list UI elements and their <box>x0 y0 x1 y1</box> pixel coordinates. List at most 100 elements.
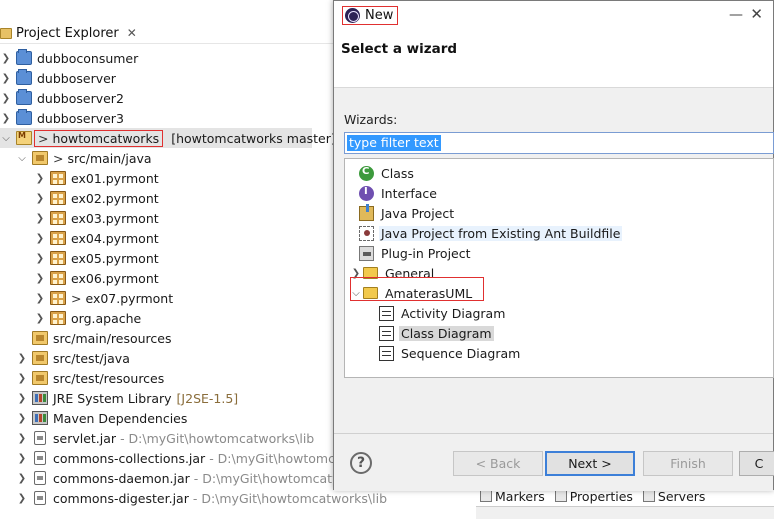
tree-item-jar[interactable]: ❯ servlet.jar - D:\myGit\howtomcatworks\… <box>0 428 340 448</box>
tree-item-dubboconsumer[interactable]: ❯ dubboconsumer <box>0 48 340 68</box>
wizard-category-general[interactable]: ❯ General <box>345 263 773 283</box>
chevron-right-icon[interactable]: ❯ <box>16 388 28 408</box>
wizard-item-label: Sequence Diagram <box>401 345 521 361</box>
wizard-item-sequence-diagram[interactable]: Sequence Diagram <box>345 343 773 363</box>
activity-diagram-icon <box>379 305 394 321</box>
chevron-right-icon[interactable]: ❯ <box>34 168 46 188</box>
chevron-right-icon[interactable]: ❯ <box>0 48 12 68</box>
chevron-right-icon[interactable]: ❯ <box>0 68 12 88</box>
wizard-item-class[interactable]: Class <box>345 163 773 183</box>
tree-item-howtomcatworks[interactable]: ⌵ >howtomcatworks [howtomcatworks master… <box>0 128 336 148</box>
chevron-right-icon[interactable]: ❯ <box>16 448 28 468</box>
tree-item-jar[interactable]: ❯ commons-daemon.jar - D:\myGit\howtomca… <box>0 468 355 488</box>
chevron-down-icon[interactable]: ⌵ <box>349 283 363 303</box>
wizard-category-amaterasuml[interactable]: ⌵ AmaterasUML <box>345 283 773 303</box>
tree-item-package[interactable]: ❯ ex03.pyrmont <box>0 208 340 228</box>
annotation-box: New <box>342 6 399 25</box>
chevron-right-icon[interactable]: ❯ <box>16 348 28 368</box>
close-button[interactable]: ✕ <box>750 5 763 23</box>
tree-item-package[interactable]: ❯ > ex07.pyrmont <box>0 288 340 308</box>
tree-item-package[interactable]: ❯ ex01.pyrmont <box>0 168 340 188</box>
finish-button[interactable]: Finish <box>643 451 733 476</box>
chevron-right-icon[interactable]: ❯ <box>16 468 28 488</box>
eclipse-logo-icon <box>345 8 360 23</box>
tree-item-package[interactable]: ❯ org.apache <box>0 308 340 328</box>
chevron-down-icon[interactable]: ⌵ <box>16 148 28 168</box>
tree-item-label: org.apache <box>71 310 142 326</box>
cancel-button[interactable]: C <box>739 451 774 476</box>
tree-item-label: ex07.pyrmont <box>85 290 174 306</box>
chevron-right-icon[interactable]: ❯ <box>34 208 46 228</box>
tree-item-jar[interactable]: ❯ commons-collections.jar - D:\myGit\how… <box>0 448 389 468</box>
filter-input-text: type filter text <box>347 135 441 151</box>
new-wizard-dialog: New — ✕ Select a wizard Wizards: type fi… <box>333 0 774 491</box>
tree-item-jre-library[interactable]: ❯ JRE System Library [J2SE-1.5] <box>0 388 340 408</box>
tree-item-package[interactable]: ❯ ex02.pyrmont <box>0 188 340 208</box>
tree-item-src-main-java[interactable]: ⌵ > src/main/java <box>0 148 340 168</box>
tree-item-label: ex01.pyrmont <box>71 170 159 186</box>
folder-icon <box>0 27 12 39</box>
wizard-item-java-project[interactable]: Java Project <box>345 203 773 223</box>
wizard-item-label: Class <box>381 165 414 181</box>
close-icon[interactable]: ✕ <box>127 26 137 40</box>
back-button[interactable]: < Back <box>453 451 543 476</box>
properties-icon <box>554 490 567 502</box>
chevron-right-icon[interactable]: ❯ <box>34 248 46 268</box>
wizards-label: Wizards: <box>344 112 398 127</box>
tree-item-label: commons-daemon.jar <box>53 470 190 486</box>
tree-item-src-test-java[interactable]: ❯ src/test/java <box>0 348 340 368</box>
chevron-right-icon[interactable]: ❯ <box>34 288 46 308</box>
tree-item-decoration: - D:\myGit\howtomcatwor <box>193 470 356 486</box>
dialog-body: Wizards: type filter text Class Interfac… <box>334 88 774 433</box>
tree-item-label: ex05.pyrmont <box>71 250 159 266</box>
tree-item-label: src/main/resources <box>53 330 172 346</box>
tree-item-src-test-resources[interactable]: ❯ src/test/resources <box>0 368 340 388</box>
chevron-right-icon[interactable]: ❯ <box>16 488 28 508</box>
wizard-item-java-project-ant[interactable]: Java Project from Existing Ant Buildfile <box>345 223 773 243</box>
tree-item-src-main-resources[interactable]: src/main/resources <box>0 328 340 348</box>
tree-item-maven-dependencies[interactable]: ❯ Maven Dependencies <box>0 408 340 428</box>
wizard-item-plugin-project[interactable]: Plug-in Project <box>345 243 773 263</box>
wizard-item-label: Java Project <box>381 205 455 221</box>
source-folder-icon <box>32 371 48 385</box>
library-icon <box>32 391 48 405</box>
wizard-item-label: Plug-in Project <box>381 245 471 261</box>
tree-item-jar[interactable]: ❯ commons-digester.jar - D:\myGit\howtom… <box>0 488 387 508</box>
chevron-right-icon[interactable]: ❯ <box>34 188 46 208</box>
chevron-right-icon[interactable]: ❯ <box>0 108 12 128</box>
help-icon[interactable]: ? <box>350 452 372 474</box>
tree-item-package[interactable]: ❯ ex04.pyrmont <box>0 228 340 248</box>
tree-item-dubboserver2[interactable]: ❯ dubboserver2 <box>0 88 340 108</box>
chevron-right-icon[interactable]: ❯ <box>16 368 28 388</box>
minimize-button[interactable]: — <box>729 7 743 23</box>
filter-input[interactable]: type filter text <box>344 132 774 154</box>
chevron-right-icon[interactable]: ❯ <box>16 408 28 428</box>
project-folder-icon <box>16 69 32 85</box>
tree-item-dubboserver[interactable]: ❯ dubboserver <box>0 68 340 88</box>
chevron-right-icon[interactable]: ❯ <box>349 263 363 283</box>
chevron-right-icon[interactable]: ❯ <box>0 88 12 108</box>
next-button[interactable]: Next > <box>545 451 635 476</box>
tree-item-dubboserver3[interactable]: ❯ dubboserver3 <box>0 108 340 128</box>
project-folder-icon <box>16 109 32 125</box>
chevron-right-icon[interactable]: ❯ <box>34 268 46 288</box>
plugin-icon <box>359 245 374 261</box>
tree-item-package[interactable]: ❯ ex05.pyrmont <box>0 248 340 268</box>
chevron-right-icon[interactable]: ❯ <box>16 428 28 448</box>
wizard-item-class-diagram[interactable]: Class Diagram <box>345 323 773 343</box>
chevron-down-icon[interactable]: ⌵ <box>0 128 12 148</box>
screen: Project Explorer ✕ ❯ dubboconsumer ❯ dub… <box>0 0 774 519</box>
package-icon <box>50 211 66 225</box>
chevron-right-icon[interactable]: ❯ <box>34 308 46 328</box>
tree-item-package[interactable]: ❯ ex06.pyrmont <box>0 268 340 288</box>
jar-icon <box>34 431 46 445</box>
wizard-item-activity-diagram[interactable]: Activity Diagram <box>345 303 773 323</box>
top-toolbar-area <box>0 0 340 22</box>
dialog-header: Select a wizard <box>334 31 773 88</box>
wizard-item-interface[interactable]: Interface <box>345 183 773 203</box>
tree-item-decoration: [J2SE-1.5] <box>176 390 239 406</box>
chevron-right-icon[interactable]: ❯ <box>34 228 46 248</box>
jar-icon <box>34 471 46 485</box>
tab-project-explorer[interactable]: Project Explorer ✕ <box>0 22 143 44</box>
tree-item-label: commons-collections.jar <box>53 450 206 466</box>
